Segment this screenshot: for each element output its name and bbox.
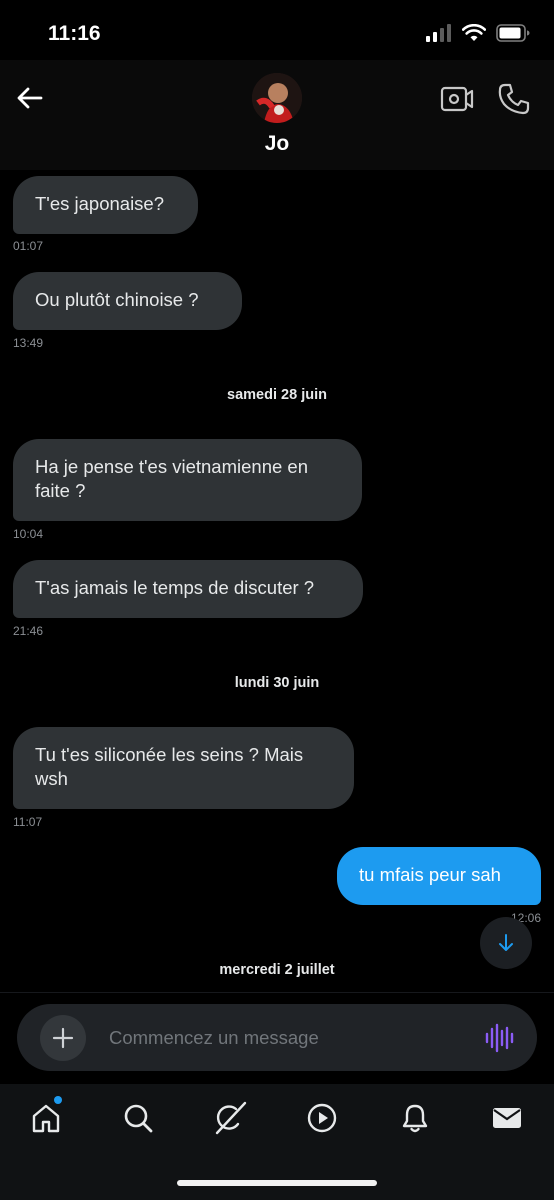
scroll-to-bottom-button[interactable] [480,917,532,969]
message-timestamp: 01:07 [13,239,44,253]
contact-avatar[interactable] [252,73,302,123]
tab-search[interactable] [118,1098,158,1138]
message-bubble-incoming[interactable]: Ha je pense t'es vietnamienne en faite ? [13,439,362,521]
notifications-icon [402,1104,428,1133]
message-bubble-incoming[interactable]: T'as jamais le temps de discuter ? [13,560,363,618]
voice-wave-icon [485,1023,514,1053]
composer-area [0,992,554,1084]
video-icon [307,1103,337,1133]
day-separator: samedi 28 juin [227,387,327,403]
video-call-icon [440,86,474,112]
messages-icon [493,1108,521,1128]
wifi-icon [462,24,486,41]
phone-icon [498,83,530,115]
tab-video[interactable] [302,1098,342,1138]
message-timestamp: 13:49 [13,336,44,350]
add-attachment-button[interactable] [40,1015,86,1061]
message-bubble-incoming[interactable]: Ou plutôt chinoise ? [13,272,242,330]
arrow-down-icon [499,934,513,951]
message-timestamp: 11:07 [13,815,43,829]
notification-dot [54,1096,62,1104]
voice-message-button[interactable] [481,1020,517,1056]
tab-messages[interactable] [487,1098,527,1138]
day-separator: lundi 30 juin [234,675,320,691]
message-input[interactable] [109,1018,469,1058]
battery-icon [496,24,530,42]
tab-notifications[interactable] [395,1098,435,1138]
message-timestamp: 21:46 [13,624,44,638]
message-composer [17,1004,537,1071]
signal-icon [426,24,451,42]
tab-grok[interactable] [210,1098,250,1138]
home-indicator[interactable] [177,1180,377,1186]
voice-call-button[interactable] [497,82,531,116]
message-bubble-outgoing[interactable]: tu mfais peur sah [337,847,541,905]
tab-home[interactable] [26,1098,66,1138]
chat-header: Jo [0,60,554,170]
back-button[interactable] [14,82,46,114]
plus-icon [52,1027,74,1049]
back-arrow-icon [17,87,43,109]
avatar-image [252,73,302,123]
message-bubble-incoming[interactable]: T'es japonaise? [13,176,198,234]
search-icon [124,1104,153,1133]
status-icons [426,24,530,42]
bottom-tab-bar [0,1084,554,1200]
contact-name[interactable]: Jo [0,132,554,156]
video-call-button[interactable] [440,84,474,114]
status-time: 11:16 [48,22,101,45]
day-separator: mercredi 2 juillet [219,962,335,978]
message-bubble-incoming[interactable]: Tu t'es siliconée les seins ? Mais wsh [13,727,354,809]
home-icon [32,1104,60,1133]
grok-icon [215,1101,247,1135]
message-timestamp: 10:04 [13,527,44,541]
